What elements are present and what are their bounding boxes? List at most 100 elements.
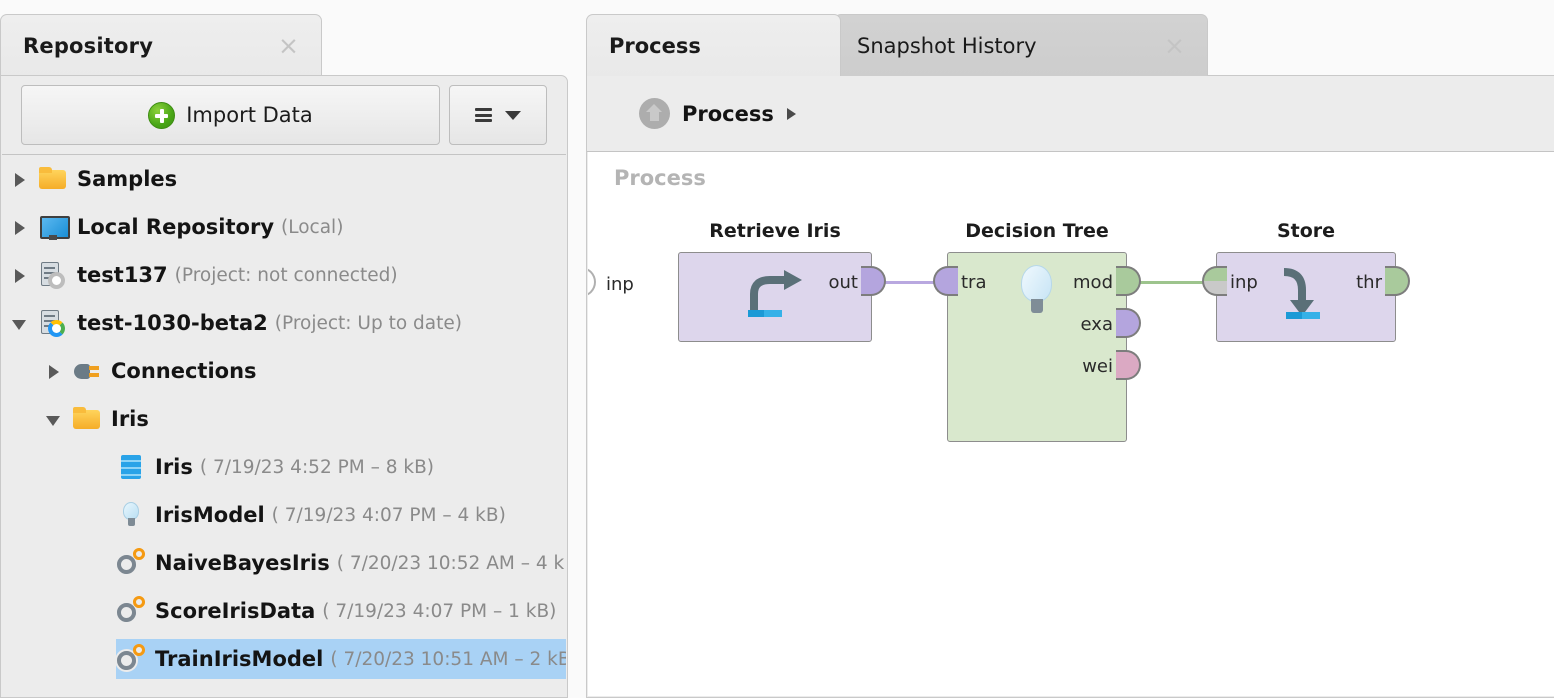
tree-item-meta: (Project: not connected)	[175, 265, 398, 286]
collapse-arrow-icon[interactable]	[46, 412, 60, 426]
tree-item-label: test-1030-beta2	[77, 311, 268, 335]
tree-item-label: IrisModel	[155, 503, 265, 527]
store-arrow-icon	[1278, 266, 1340, 322]
repository-tab-label: Repository	[23, 34, 153, 58]
tree-item-meta: (Project: Up to date)	[275, 313, 462, 334]
repository-tree[interactable]: Samples Local Repository (Local) test137 (Pr…	[2, 154, 566, 697]
monitor-icon	[38, 212, 68, 242]
canvas-title-label: Process	[614, 166, 706, 190]
twisty-spacer	[90, 460, 104, 474]
tree-item-label: test137	[77, 263, 168, 287]
tree-item-naivebayesiris[interactable]: NaiveBayesIris ( 7/20/23 10:52 AM – 4 kB)	[2, 539, 566, 587]
project-connected-icon	[38, 308, 68, 338]
breadcrumb: Process	[587, 76, 1554, 152]
port-decisiontree-tra-label: tra	[961, 272, 987, 293]
tree-item-meta: ( 7/20/23 10:52 AM – 4 kB)	[337, 553, 566, 574]
port-decisiontree-exa-label: exa	[1081, 314, 1113, 335]
canvas-input-port-label: inp	[606, 274, 634, 295]
tree-item-label: ScoreIrisData	[155, 599, 315, 623]
chevron-down-icon	[505, 111, 521, 120]
tree-item-meta: ( 7/19/23 4:07 PM – 1 kB)	[322, 601, 556, 622]
tree-item-label: Iris	[111, 407, 149, 431]
tab-process[interactable]: Process	[586, 14, 841, 76]
tree-item-trainirismodel[interactable]: TrainIrisModel ( 7/20/23 10:51 AM – 2 kB)	[2, 635, 566, 683]
process-panel: Snapshot History × Process Process Proce…	[586, 14, 1554, 698]
tree-item-label: Local Repository	[77, 215, 274, 239]
hamburger-icon	[475, 108, 492, 122]
twisty-spacer	[90, 556, 104, 570]
port-decisiontree-wei[interactable]	[1116, 350, 1141, 380]
port-decisiontree-mod[interactable]	[1116, 266, 1141, 296]
data-table-icon	[116, 452, 146, 482]
tab-snapshot-history-label: Snapshot History	[857, 34, 1037, 58]
operator-decision-tree-title: Decision Tree	[947, 220, 1127, 242]
tree-item-meta: ( 7/20/23 10:51 AM – 2 kB)	[330, 649, 566, 670]
expand-arrow-icon[interactable]	[12, 268, 26, 282]
port-decisiontree-mod-label: mod	[1073, 272, 1113, 293]
tree-item-meta: (Local)	[281, 217, 343, 238]
port-store-thr-label: thr	[1356, 272, 1382, 293]
repository-toolbar: Import Data	[1, 76, 567, 154]
collapse-arrow-icon[interactable]	[12, 316, 26, 330]
plug-icon	[72, 356, 102, 386]
close-icon[interactable]: ×	[278, 33, 299, 58]
tree-item-label: Samples	[77, 167, 177, 191]
tab-snapshot-history[interactable]: Snapshot History ×	[834, 14, 1208, 76]
green-plus-icon	[148, 102, 175, 129]
gear-process-icon	[116, 596, 146, 626]
tree-item-iris[interactable]: Iris	[2, 395, 566, 443]
process-canvas[interactable]: Process inp Retrieve Iris	[588, 152, 1554, 696]
port-retrieve-out-label: out	[829, 272, 858, 293]
repository-menu-button[interactable]	[449, 85, 547, 145]
port-decisiontree-tra[interactable]	[933, 266, 958, 296]
import-data-label: Import Data	[186, 103, 313, 127]
close-icon[interactable]: ×	[1164, 33, 1185, 58]
breadcrumb-label[interactable]: Process	[682, 102, 774, 126]
port-retrieve-out[interactable]	[861, 266, 886, 296]
chevron-right-icon[interactable]	[787, 108, 796, 120]
bulb-icon	[1021, 265, 1052, 313]
folder-icon	[72, 404, 102, 434]
project-icon	[38, 260, 68, 290]
tree-item-label: Iris	[155, 455, 193, 479]
tree-item-irismodel[interactable]: IrisModel( 7/19/23 4:07 PM – 4 kB)	[2, 491, 566, 539]
operator-decision-tree[interactable]: Decision Tree tra mod exa wei	[947, 252, 1127, 442]
expand-arrow-icon[interactable]	[46, 364, 60, 378]
tree-item-label: Connections	[111, 359, 257, 383]
expand-arrow-icon[interactable]	[12, 172, 26, 186]
port-store-inp[interactable]	[1202, 266, 1227, 296]
tree-item-iris[interactable]: Iris ( 7/19/23 4:52 PM – 8 kB)	[2, 443, 566, 491]
tree-item-label: NaiveBayesIris	[155, 551, 330, 575]
canvas-input-port[interactable]	[588, 267, 596, 297]
tree-item-connections[interactable]: Connections	[2, 347, 566, 395]
tree-item-label: TrainIrisModel	[155, 647, 323, 671]
tree-item-test-1030-beta2[interactable]: test-1030-beta2 (Project: Up to date)	[2, 299, 566, 347]
tree-item-test137[interactable]: test137 (Project: not connected)	[2, 251, 566, 299]
tree-item-meta: ( 7/19/23 4:52 PM – 8 kB)	[200, 457, 434, 478]
tree-item-local-repository[interactable]: Local Repository (Local)	[2, 203, 566, 251]
bulb-icon	[116, 500, 146, 530]
twisty-spacer	[90, 508, 104, 522]
process-tab-strip: Snapshot History × Process	[586, 14, 1554, 76]
operator-store-title: Store	[1216, 220, 1396, 242]
process-body: Process Process inp Retrieve Iris	[586, 75, 1554, 698]
repository-body: Import Data Samples Local Repository (Loca…	[0, 75, 568, 698]
twisty-spacer	[90, 604, 104, 618]
port-store-thr[interactable]	[1385, 266, 1410, 296]
tab-repository[interactable]: Repository ×	[0, 14, 322, 76]
expand-arrow-icon[interactable]	[12, 220, 26, 234]
tree-item-scoreirisdata[interactable]: ScoreIrisData ( 7/19/23 4:07 PM – 1 kB)	[2, 587, 566, 635]
gear-process-icon	[116, 548, 146, 578]
operator-retrieve-iris-title: Retrieve Iris	[678, 220, 872, 242]
gear-process-icon	[116, 644, 146, 674]
folder-icon	[38, 164, 68, 194]
operator-retrieve-iris[interactable]: Retrieve Iris out	[678, 252, 872, 342]
import-data-button[interactable]: Import Data	[21, 85, 440, 145]
up-arrow-icon[interactable]	[639, 98, 670, 129]
operator-store[interactable]: Store inp thr	[1216, 252, 1396, 342]
twisty-spacer	[90, 652, 104, 666]
repository-panel: Repository × Import Data Samples Local Re…	[0, 14, 568, 698]
tree-item-samples[interactable]: Samples	[2, 155, 566, 203]
port-decisiontree-exa[interactable]	[1116, 308, 1141, 338]
retrieve-arrow-icon	[740, 268, 810, 320]
